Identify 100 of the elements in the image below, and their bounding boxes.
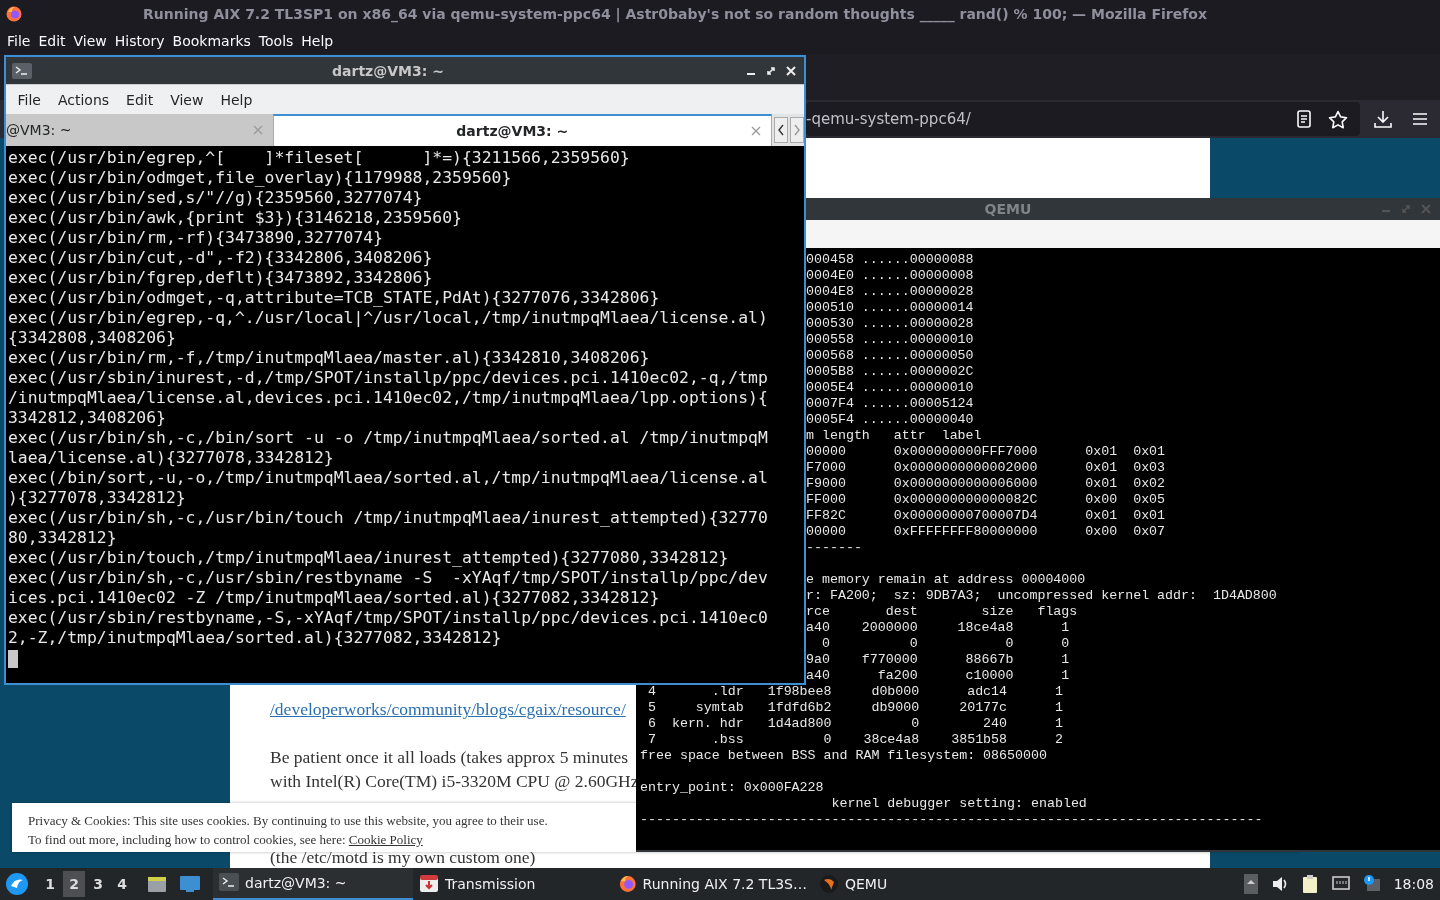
- terminal-line: exec(/usr/bin/egrep,-q,^./usr/local|^/usr/local,/tmp/inutmpqMlaea/license.al): [8, 308, 769, 328]
- console-line: 5 symtab 1fdfd6b2 db9000 20177c 1: [646, 700, 1064, 716]
- terminal-line: exec(/usr/bin/sed,s/"//g){2359560,3277074}: [8, 188, 424, 208]
- menu-item[interactable]: Bookmarks: [168, 33, 255, 49]
- console-line: 0005B8 ......0000002C: [806, 364, 975, 380]
- file-manager-icon[interactable]: [147, 874, 167, 894]
- console-line: 000510 ......00000014: [806, 300, 975, 316]
- console-line: 000458 ......00000088: [806, 252, 975, 268]
- terminal-line: 80,3342812}: [8, 528, 118, 548]
- url-text: -qemu-system-ppc64/: [806, 110, 972, 128]
- terminal-line: exec(/usr/bin/sh,-c,/usr/sbin/restbyname -S -xYAqf/tmp/SPOT/installp/ppc/dev: [8, 568, 769, 588]
- console-line: 4 .ldr 1f98bee8 d0b000 adc14 1: [646, 684, 1064, 700]
- console-line: e memory remain at address 00004000: [806, 572, 1087, 588]
- cookie-policy-link[interactable]: Cookie Policy: [348, 832, 423, 847]
- console-line: 0004E8 ......00000028: [806, 284, 975, 300]
- workspace-button[interactable]: 3: [87, 871, 109, 897]
- terminal-line: exec(/usr/bin/touch,/tmp/inutmpqMlaea/inurest_attempted){3277080,3342812}: [8, 548, 730, 568]
- menu-item[interactable]: File: [3, 33, 35, 49]
- terminal-line: 3342812,3408206}: [8, 408, 167, 428]
- console-line: 7 .bss 0 38ce4a8 3851b58 2: [646, 732, 1064, 748]
- workspace-button[interactable]: 1: [39, 871, 61, 897]
- menu-item[interactable]: View: [69, 33, 111, 49]
- console-line: 0 0 0 0: [820, 636, 1071, 652]
- terminal-line: exec(/usr/sbin/restbyname,-S,-xYAqf/tmp/SPOT/installp/ppc/devices.pci.1410ec0: [8, 608, 769, 628]
- terminal-line: {3342808,3408206}: [8, 328, 177, 348]
- menu-item[interactable]: Help: [211, 91, 261, 108]
- terminal-line: exec(/usr/bin/fgrep,deflt){3473892,3342806}: [8, 268, 434, 288]
- console-line: 0007F4 ......00005124: [806, 396, 975, 412]
- console-line: F7000 0x0000000000002000 0x01 0x03: [806, 460, 1167, 476]
- console-line: 0004E0 ......00000008: [806, 268, 975, 284]
- console-line: FF000 0x000000000000082C 0x00 0x05: [806, 492, 1167, 508]
- terminal-line: exec(/usr/bin/cut,-d",-f2){3342806,3408206}: [8, 248, 434, 268]
- console-line: ------------------------------------------------------------------------------: [640, 812, 1264, 828]
- emulator-icon: [819, 874, 839, 894]
- console-line: a40 2000000 18ce4a8 1: [806, 620, 1071, 636]
- start-menu-icon[interactable]: [5, 872, 29, 896]
- terminal-line: laea/license.al){3277078,3342812}: [8, 448, 335, 468]
- network-icon[interactable]: [1331, 876, 1350, 892]
- terminal-line: exec(/bin/sort,-u,-o,/tmp/inutmpqMlaea/sorted.al,/tmp/inutmpqMlaea/license.al: [8, 468, 769, 488]
- terminal-line: ){3277078,3342812}: [8, 488, 187, 508]
- menu-item[interactable]: File: [9, 91, 50, 108]
- console-line: FF82C 0x00000000700007D4 0x01 0x01: [806, 508, 1167, 524]
- console-line: 0005F4 ......00000040: [806, 412, 975, 428]
- console-line: -------: [806, 540, 863, 556]
- terminal-line: exec(/usr/bin/awk,{print $3}){3146218,2359560}: [8, 208, 463, 228]
- console-line: 6 kern. hdr 1d4ad800 0 240 1: [646, 716, 1064, 732]
- window-title: QEMU: [983, 201, 1033, 217]
- volume-icon[interactable]: [1271, 876, 1288, 892]
- console-line: 000568 ......00000050: [806, 348, 975, 364]
- console-line: 00000 0x000000000FFF7000 0x01 0x01: [806, 444, 1167, 460]
- menu-item[interactable]: View: [161, 91, 212, 108]
- terminal-line: ices.pci.1410ec02 -Z /tmp/inutmpqMlaea/sorted.al){3277082,3342812}: [8, 588, 661, 608]
- transmission-icon: [419, 874, 439, 894]
- scroll-left-icon[interactable]: [774, 117, 788, 143]
- taskbar-button[interactable]: Transmission: [413, 868, 613, 900]
- desktop-icon[interactable]: [179, 875, 201, 893]
- firefox-logo-icon: [6, 6, 22, 22]
- tab[interactable]: dartz@VM3: ~: [272, 114, 772, 146]
- tab[interactable]: @VM3: ~: [6, 114, 273, 146]
- terminal-line: exec(/usr/bin/egrep,^[ ]*fileset[ ]*=){3211566,2359560}: [8, 148, 631, 168]
- console-line: entry_point: 0x000FA228: [640, 780, 825, 796]
- menu-icon[interactable]: [1412, 112, 1428, 126]
- close-icon[interactable]: [784, 63, 798, 78]
- console-line: m length attr label: [806, 428, 983, 444]
- console-line: 00000 0xFFFFFFFF80000000 0x00 0x07: [806, 524, 1167, 540]
- console-line: 0005E4 ......00000010: [806, 380, 975, 396]
- menu-item[interactable]: Tools: [254, 33, 298, 49]
- console-line: a40 fa200 c10000 1: [806, 668, 1071, 684]
- reader-view-icon[interactable]: [1296, 110, 1312, 128]
- menu-item[interactable]: Edit: [34, 33, 70, 49]
- terminal-line: exec(/usr/bin/sh,-c,/bin/sort -u -o /tmp/inutmpqMlaea/sorted.al /tmp/inutmpqM: [8, 428, 769, 448]
- terminal-icon: [12, 62, 32, 79]
- terminal-line: /inutmpqMlaea/license.al,devices.pci.1410ec02,/tmp/inutmpqMlaea/lpp.options){: [8, 388, 769, 408]
- console-line: 000558 ......00000010: [806, 332, 975, 348]
- menu-item[interactable]: History: [110, 33, 169, 49]
- taskbar-button[interactable]: Running AIX 7.2 TL3S…: [613, 868, 813, 900]
- workspace-button[interactable]: 2: [63, 871, 85, 897]
- menu-item[interactable]: Help: [297, 33, 338, 49]
- console-line: 9a0 f770000 88667b 1: [806, 652, 1071, 668]
- console-line: rce dest size flags: [806, 604, 1079, 620]
- window-title: dartz@VM3: ~: [331, 62, 445, 79]
- menu-item[interactable]: Actions: [49, 91, 118, 108]
- workspace-button[interactable]: 4: [111, 871, 133, 897]
- expand-tray-icon[interactable]: [1243, 874, 1258, 894]
- article-link[interactable]: /developerworks/community/blogs/cgaix/resource/: [270, 699, 626, 719]
- address-bar[interactable]: -qemu-system-ppc64/: [806, 102, 1360, 136]
- firefox-logo-icon: [619, 874, 637, 894]
- taskbar-button[interactable]: QEMU: [813, 868, 1013, 900]
- taskbar-button[interactable]: dartz@VM3: ~: [213, 868, 413, 900]
- console-line: free space between BSS and RAM filesystem: 08650000: [640, 748, 1048, 764]
- terminal-line: exec(/usr/bin/rm,-rf){3473890,3277074}: [8, 228, 384, 248]
- download-icon[interactable]: [1374, 110, 1392, 128]
- menu-item[interactable]: Edit: [117, 91, 162, 108]
- notification-icon[interactable]: [1363, 875, 1380, 893]
- terminal-line: exec(/usr/bin/rm,-f,/tmp/inutmpqMlaea/master.al){3342810,3408206}: [8, 348, 651, 368]
- terminal-line: exec(/usr/sbin/inurest,-d,/tmp/SPOT/installp/ppc/devices.pci.1410ec02,-q,/tmp: [8, 368, 769, 388]
- console-line: r: FA200; sz: 9DB7A3; uncompressed kernel addr: 1D4AD800: [806, 588, 1278, 604]
- star-icon[interactable]: [1328, 109, 1348, 129]
- console-line: F9000 0x0000000000006000 0x01 0x02: [806, 476, 1167, 492]
- clipboard-icon[interactable]: [1301, 874, 1318, 894]
